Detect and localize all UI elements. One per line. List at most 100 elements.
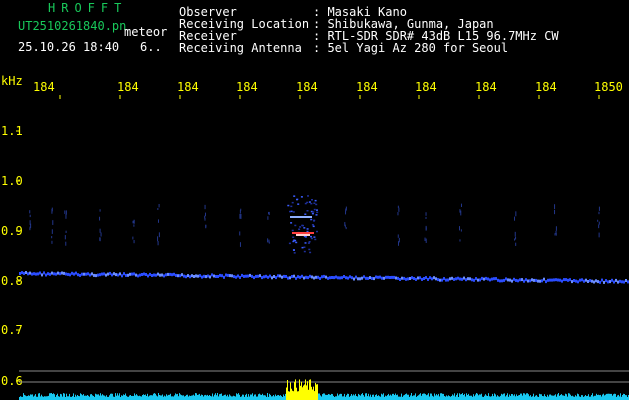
noise-bar xyxy=(516,394,517,400)
echo-speck xyxy=(292,240,295,243)
noise-bar xyxy=(465,396,466,400)
noise-bar xyxy=(415,393,416,400)
trace-segment xyxy=(281,275,283,279)
noise-bar xyxy=(238,393,239,400)
noise-bar xyxy=(365,393,366,400)
noise-bar xyxy=(97,394,98,400)
trace-segment xyxy=(473,278,475,282)
echo-speck xyxy=(51,207,53,212)
trace-segment xyxy=(301,274,303,278)
trace-segment xyxy=(585,278,587,282)
echo-speck xyxy=(157,207,159,211)
trace-segment xyxy=(607,280,609,284)
noise-bar xyxy=(313,386,314,400)
noise-bar xyxy=(57,393,58,400)
noise-bar xyxy=(479,394,480,400)
trace-segment xyxy=(529,279,531,283)
trace-segment xyxy=(403,276,405,280)
trace-segment xyxy=(519,278,521,282)
meteor-core-line xyxy=(290,216,312,218)
noise-bar xyxy=(624,394,625,400)
noise-bar xyxy=(118,395,119,400)
noise-bar xyxy=(149,395,150,400)
echo-speck xyxy=(310,202,313,205)
noise-bar xyxy=(512,394,513,400)
noise-bar xyxy=(504,393,505,400)
noise-bar xyxy=(518,395,519,400)
noise-bar xyxy=(431,393,432,400)
noise-bar xyxy=(131,396,132,400)
noise-bar xyxy=(410,395,411,400)
noise-bar xyxy=(623,393,624,400)
trace-segment xyxy=(169,272,171,276)
noise-bar xyxy=(358,393,359,400)
meteor-echo xyxy=(287,195,319,254)
noise-bar xyxy=(304,384,305,400)
noise-bar xyxy=(254,394,255,400)
noise-bar xyxy=(438,393,439,400)
trace-segment xyxy=(261,276,263,280)
noise-bar xyxy=(527,393,528,400)
echo-speck xyxy=(397,205,399,208)
echo-speck xyxy=(132,220,134,224)
noise-bar xyxy=(210,395,211,400)
noise-bar xyxy=(155,393,156,400)
noise-bar xyxy=(584,396,585,400)
noise-bar xyxy=(554,395,555,400)
noise-bar xyxy=(73,393,74,400)
noise-bar xyxy=(549,394,550,400)
noise-bar xyxy=(208,395,209,400)
echo-speck xyxy=(345,227,347,230)
trace-segment xyxy=(609,280,611,284)
noise-bar xyxy=(361,394,362,400)
noise-bar xyxy=(404,394,405,400)
noise-bar xyxy=(167,395,168,400)
noise-bar xyxy=(156,395,157,400)
echo-speck xyxy=(298,228,301,230)
noise-bar xyxy=(568,393,569,400)
noise-bar xyxy=(619,396,620,400)
trace-segment xyxy=(327,276,329,280)
noise-bar xyxy=(49,393,50,400)
noise-bar xyxy=(281,396,282,400)
noise-bar xyxy=(487,396,488,400)
trace-segment xyxy=(349,275,351,279)
noise-bar xyxy=(396,395,397,400)
trace-segment xyxy=(209,275,211,279)
noise-bar xyxy=(130,395,131,400)
noise-bar xyxy=(505,396,506,400)
trace-segment xyxy=(577,280,579,284)
noise-bar xyxy=(31,394,32,400)
trace-segment xyxy=(149,272,151,276)
trace-segment xyxy=(299,275,301,279)
noise-bar xyxy=(597,395,598,400)
noise-bar xyxy=(162,394,163,400)
noise-bar xyxy=(95,393,96,400)
x-axis-ticks xyxy=(59,95,600,99)
noise-bar xyxy=(433,396,434,400)
noise-bar xyxy=(376,394,377,400)
noise-bar xyxy=(478,395,479,400)
noise-bar xyxy=(224,394,225,400)
noise-bar xyxy=(161,395,162,400)
noise-bar xyxy=(325,394,326,400)
noise-bar xyxy=(215,393,216,400)
noise-bar xyxy=(27,396,28,400)
trace-segment xyxy=(323,274,325,278)
trace-segment xyxy=(255,274,257,278)
noise-bar xyxy=(79,396,80,400)
noise-bar xyxy=(245,394,246,400)
echo-speck xyxy=(292,236,295,238)
noise-bar xyxy=(278,395,279,400)
trace-segment xyxy=(71,271,73,275)
noise-bar xyxy=(190,396,191,400)
trace-segment xyxy=(455,277,457,281)
trace-segment xyxy=(157,272,159,276)
noise-bar xyxy=(340,393,341,400)
trace-segment xyxy=(435,277,437,281)
noise-bar xyxy=(577,393,578,400)
echo-speck xyxy=(99,237,101,241)
trace-segment xyxy=(307,276,309,280)
noise-bar xyxy=(432,395,433,400)
noise-bar xyxy=(545,396,546,400)
